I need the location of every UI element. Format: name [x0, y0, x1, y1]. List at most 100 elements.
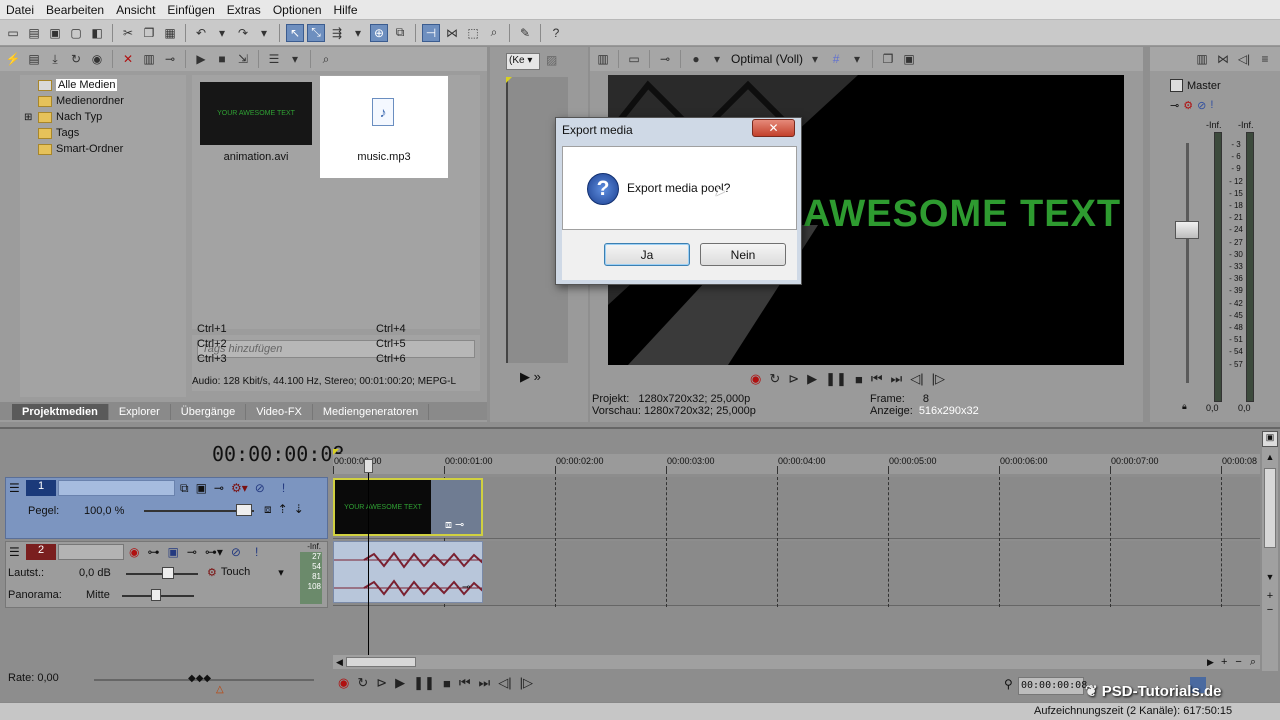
get-media-icon[interactable]: ⤓	[46, 50, 64, 68]
capture-icon[interactable]: ▤	[25, 50, 43, 68]
menu-hilfe[interactable]: Hilfe	[328, 3, 364, 17]
shortcut-item[interactable]: Ctrl+3	[197, 353, 227, 365]
track-name-field[interactable]	[58, 480, 175, 496]
video-clip[interactable]: YOUR AWESOME TEXT ⧈ ⊸	[333, 478, 483, 536]
zoom-tool-icon[interactable]: ⌕	[1246, 656, 1260, 669]
open-folder-icon[interactable]: ▤	[25, 24, 43, 42]
no-button[interactable]: Nein	[700, 243, 786, 266]
master-fader-track[interactable]	[1186, 143, 1189, 383]
external-monitor-icon[interactable]: ▭	[625, 50, 643, 68]
scroll-menu-icon[interactable]: ▣	[1262, 431, 1278, 447]
stop-icon[interactable]: ■	[855, 372, 863, 387]
loop-icon[interactable]: ↻	[357, 675, 368, 691]
stop-icon[interactable]: ■	[443, 676, 451, 691]
play-icon[interactable]: ▶	[807, 371, 817, 387]
search-icon[interactable]: ⌕	[317, 50, 335, 68]
master-solo-icon[interactable]: !	[1210, 99, 1213, 112]
menu-bearbeiten[interactable]: Bearbeiten	[40, 3, 110, 17]
track-motion-icon[interactable]: ▣	[196, 481, 207, 496]
tree-item-smart-ordner[interactable]: Smart-Ordner	[24, 141, 182, 157]
trimmer-zoom-select[interactable]: (Ke ▾	[506, 53, 540, 70]
master-mute-icon[interactable]: ⊘	[1197, 99, 1206, 112]
tree-item-nach-typ[interactable]: ⊞ Nach Typ	[24, 109, 182, 125]
refresh-icon[interactable]: ↻	[67, 50, 85, 68]
go-to-start-icon[interactable]: ⏮	[459, 675, 471, 691]
next-frame-icon[interactable]: |▷	[932, 371, 945, 387]
pan-slider-handle[interactable]	[151, 589, 161, 601]
mixer-mono-icon[interactable]: ≡	[1256, 50, 1274, 68]
ignore-grouping-icon[interactable]: ⧉	[391, 24, 409, 42]
scroll-thumb[interactable]	[1264, 468, 1276, 548]
horizontal-scrollbar[interactable]: ◀ ▶ + − ⌕	[333, 655, 1260, 669]
render-icon[interactable]: ◧	[88, 24, 106, 42]
volume-slider-handle[interactable]	[162, 567, 174, 579]
go-to-end-icon[interactable]: ⏭	[891, 371, 903, 387]
zoom-tool-icon[interactable]: ⌕	[485, 24, 503, 42]
undo-dropdown-icon[interactable]: ▾	[213, 24, 231, 42]
cursor-position-field[interactable]: 00:00:00:08	[1018, 677, 1087, 695]
record-icon[interactable]: ◉	[750, 371, 761, 387]
save-icon[interactable]: ▣	[46, 24, 64, 42]
auto-preview-icon[interactable]: ⇲	[234, 50, 252, 68]
autocrossfade-icon[interactable]: ⋈	[443, 24, 461, 42]
track-fx-icon[interactable]: ⊸	[214, 481, 224, 496]
track-fx-chain-icon[interactable]: ⊶▾	[205, 545, 223, 559]
clip-fx-icon[interactable]: ⊸	[462, 582, 470, 593]
mute-icon[interactable]: ⊘	[255, 481, 265, 496]
media-fx-icon[interactable]: ⊸	[161, 50, 179, 68]
pause-icon[interactable]: ❚❚	[413, 675, 435, 691]
paste-icon[interactable]: ▦	[161, 24, 179, 42]
lock-icon[interactable]: 🔒︎	[1182, 401, 1187, 412]
menu-optionen[interactable]: Optionen	[267, 3, 328, 17]
zoom-in-vertical-icon[interactable]: +	[1262, 590, 1278, 604]
mixer-dim-icon[interactable]: ◁|	[1235, 50, 1253, 68]
shortcut-item[interactable]: Ctrl+1	[197, 323, 227, 335]
next-frame-icon[interactable]: |▷	[520, 675, 533, 691]
prev-frame-icon[interactable]: ◁|	[498, 675, 511, 691]
media-item-selected[interactable]: ♪ music.mp3	[320, 76, 448, 178]
go-to-end-icon[interactable]: ⏭	[479, 675, 491, 691]
mixer-downmix-icon[interactable]: ⋈	[1214, 50, 1232, 68]
views-dropdown-icon[interactable]: ▾	[286, 50, 304, 68]
clip-pan-crop-icon[interactable]: ⧈ ⊸	[445, 518, 464, 532]
record-icon[interactable]: ◉	[338, 675, 349, 691]
copy-snapshot-icon[interactable]: ❐	[879, 50, 897, 68]
video-track-header[interactable]: ☰ 1 ⧉ ▣ ⊸ ⚙▾ ⊘ ! Pegel: 100,0 % ⧈ ⇡ ⇣	[5, 477, 328, 539]
grid-icon[interactable]: #	[827, 50, 845, 68]
master-toggle-icon[interactable]	[1170, 79, 1183, 92]
master-automation-icon[interactable]: ⚙	[1183, 99, 1193, 112]
save-snapshot-icon[interactable]: ▣	[900, 50, 918, 68]
scroll-down-icon[interactable]: ▼	[1262, 572, 1278, 586]
copy-icon[interactable]: ❐	[140, 24, 158, 42]
stop-preview-icon[interactable]: ■	[213, 50, 231, 68]
shortcut-item[interactable]: Ctrl+6	[376, 353, 406, 365]
timeline-ruler[interactable]: 00:00:00:00 00:00:01:00 00:00:02:00 00:00:0…	[333, 454, 1260, 474]
tree-item-medienordner[interactable]: Medienordner	[24, 93, 182, 109]
level-slider-handle[interactable]	[236, 504, 252, 516]
preview-properties-icon[interactable]: ▥	[594, 50, 612, 68]
go-to-start-icon[interactable]: ⏮	[871, 371, 883, 387]
track-collapse-icon[interactable]: ☰	[9, 481, 20, 495]
h-scroll-thumb[interactable]	[345, 657, 416, 667]
play-from-start-icon[interactable]: ⊳	[788, 371, 799, 387]
views-icon[interactable]: ☰	[265, 50, 283, 68]
redo-dropdown-icon[interactable]: ▾	[255, 24, 273, 42]
remove-icon[interactable]: ✕	[119, 50, 137, 68]
help-icon[interactable]: ?	[547, 24, 565, 42]
invert-phase-icon[interactable]: ⊶	[147, 545, 159, 559]
vertical-scrollbar[interactable]: ▣ ▲ ▼ + −	[1262, 431, 1278, 671]
shortcut-item[interactable]: Ctrl+5	[376, 338, 406, 350]
menu-extras[interactable]: Extras	[221, 3, 267, 17]
loop-icon[interactable]: ↻	[769, 371, 780, 387]
scroll-right-icon[interactable]: ▶	[1204, 657, 1217, 668]
tab-explorer[interactable]: Explorer	[109, 404, 171, 420]
master-fader-handle[interactable]	[1175, 221, 1199, 239]
selection-tool-icon[interactable]: ⬚	[464, 24, 482, 42]
import-media-icon[interactable]: ⚡	[4, 50, 22, 68]
tab-mediengeneratoren[interactable]: Mediengeneratoren	[313, 404, 430, 420]
cut-icon[interactable]: ✂	[119, 24, 137, 42]
timeline-timecode[interactable]: 00:00:00:08	[212, 442, 344, 466]
menu-einfuegen[interactable]: Einfügen	[161, 3, 220, 17]
redo-icon[interactable]: ↷	[234, 24, 252, 42]
shortcut-item[interactable]: Ctrl+2	[197, 338, 227, 350]
